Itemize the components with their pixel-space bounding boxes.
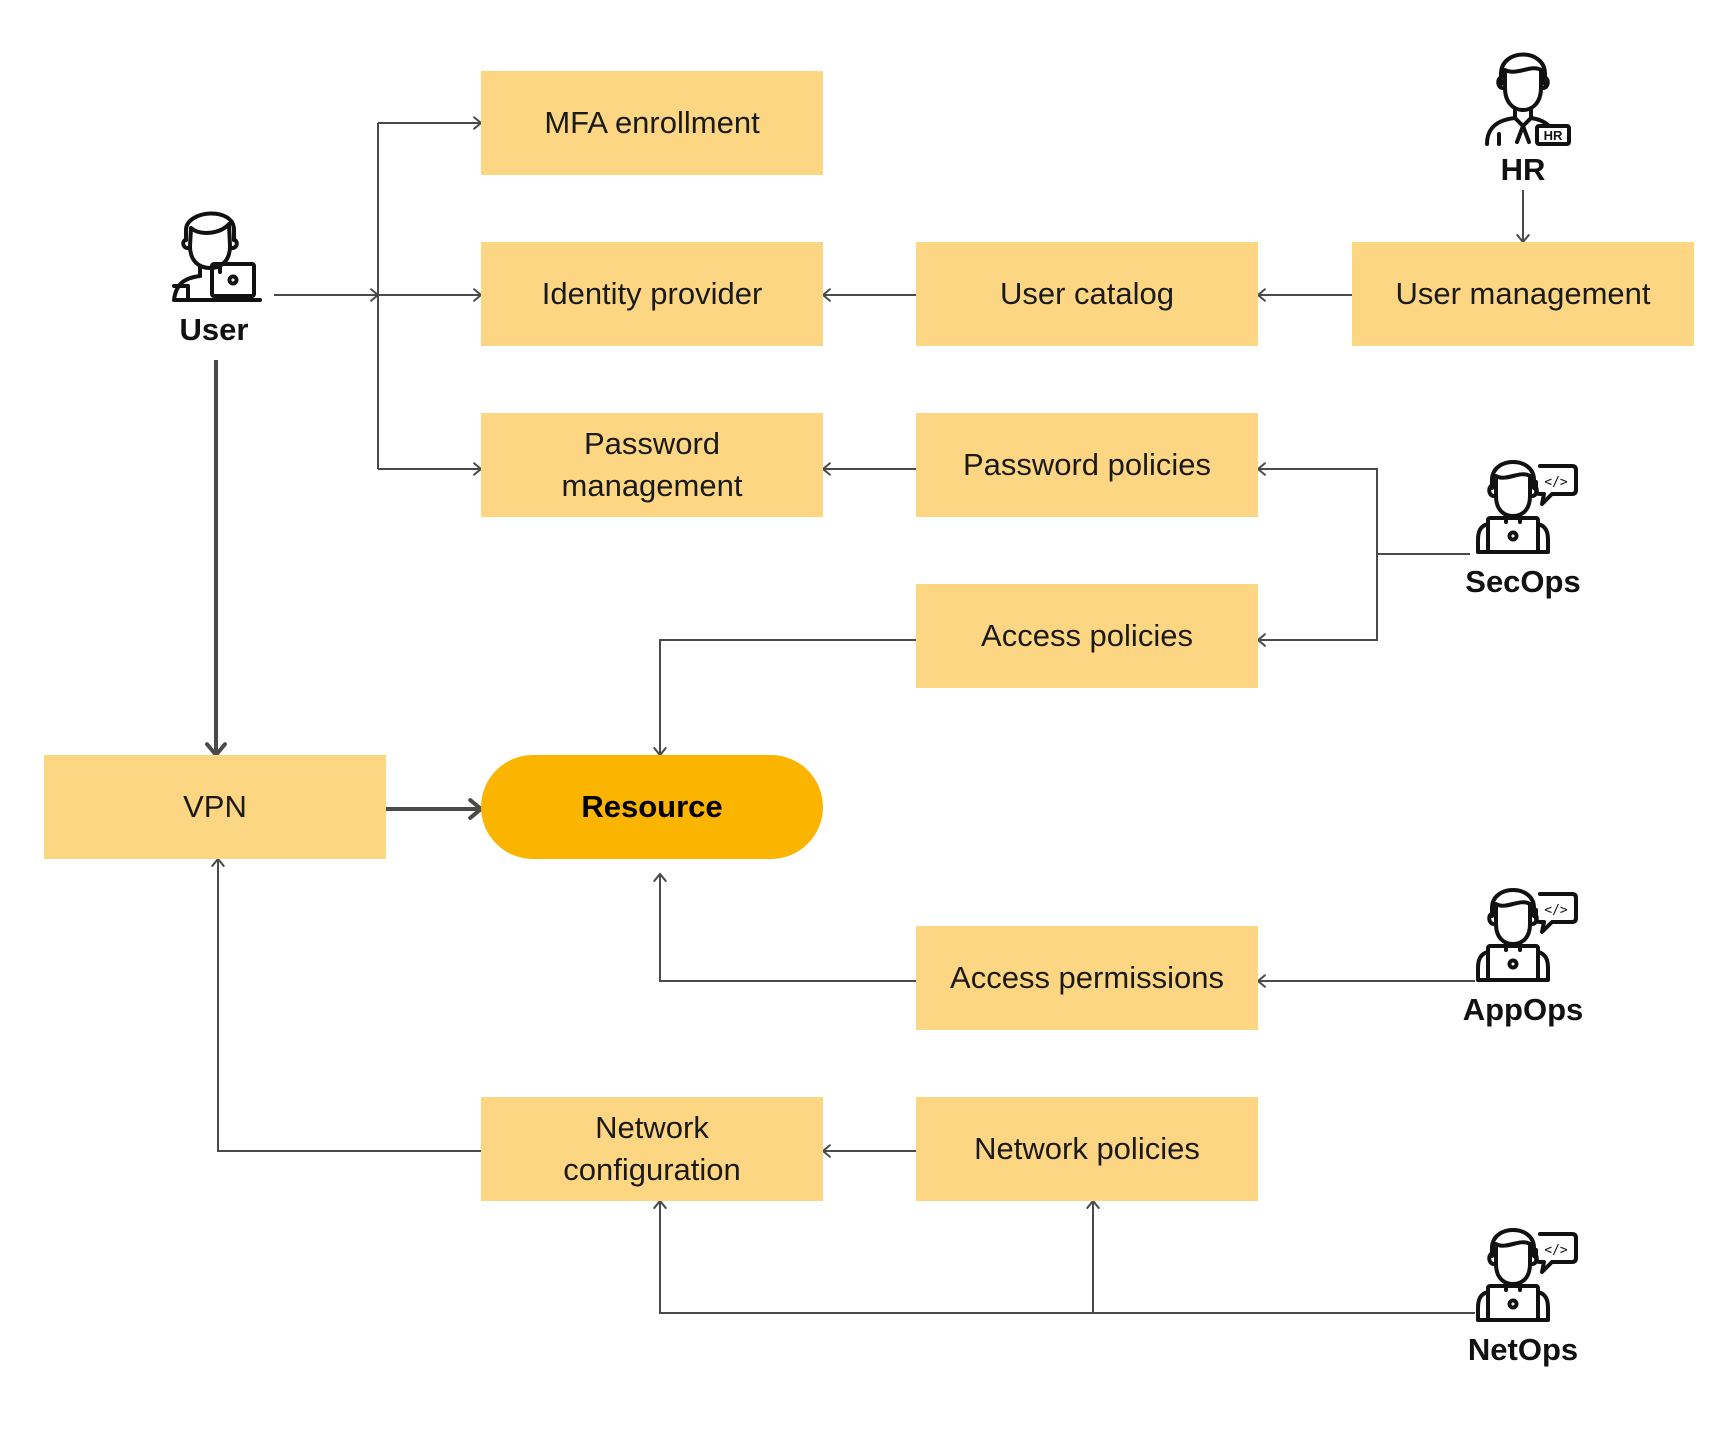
actor-netops-label: NetOps xyxy=(1467,1332,1579,1367)
node-network-configuration[interactable]: Network configuration xyxy=(481,1097,823,1201)
node-mfa-enrollment[interactable]: MFA enrollment xyxy=(481,71,823,175)
edge-secops-bus-line xyxy=(1258,468,1470,555)
developer-code-icon: </> xyxy=(1476,1228,1578,1322)
edge-secops-bus xyxy=(1256,462,1470,555)
svg-text:</>: </> xyxy=(1544,903,1568,918)
node-access-policies[interactable]: Access policies xyxy=(916,584,1258,688)
hr-person-icon: HR xyxy=(1485,52,1571,146)
node-password-management[interactable]: Password management xyxy=(481,413,823,517)
node-password-policies[interactable]: Password policies xyxy=(916,413,1258,517)
edge-netops-to-netcfg xyxy=(653,1199,1475,1314)
svg-text:HR: HR xyxy=(1544,128,1563,143)
node-user-catalog[interactable]: User catalog xyxy=(916,242,1258,346)
actor-user[interactable]: User xyxy=(134,200,294,348)
edge-accperm-to-resource xyxy=(653,872,916,982)
edge-netops-to-netpol xyxy=(1086,1199,1100,1313)
edge-netpol-to-netcfg xyxy=(821,1144,916,1158)
actor-user-label: User xyxy=(179,312,249,347)
actor-hr[interactable]: HR HR xyxy=(1443,40,1603,188)
actor-appops-label: AppOps xyxy=(1462,992,1584,1027)
edge-pwdpol-to-pwdmgmt xyxy=(821,462,916,476)
node-user-management[interactable]: User management xyxy=(1352,242,1694,346)
user-laptop-icon xyxy=(172,211,262,302)
node-vpn[interactable]: VPN xyxy=(44,755,386,859)
edge-hr-to-usermgmt xyxy=(1516,190,1530,244)
edge-netcfg-to-vpn-line xyxy=(217,859,481,1152)
developer-code-icon: </> xyxy=(1476,460,1578,554)
node-identity-provider[interactable]: Identity provider xyxy=(481,242,823,346)
actor-netops[interactable]: </> NetOps xyxy=(1443,1220,1603,1368)
edge-usermgmt-to-catalog xyxy=(1256,288,1352,302)
edge-user-to-mfa xyxy=(378,116,483,130)
edge-user-to-idp xyxy=(378,288,483,302)
svg-text:</>: </> xyxy=(1544,475,1568,490)
access-architecture-diagram: MFA enrollment Identity provider Passwor… xyxy=(0,0,1730,1434)
edge-netops-to-netcfg-line xyxy=(659,1201,1475,1314)
svg-text:</>: </> xyxy=(1544,1243,1568,1258)
edge-catalog-to-idp xyxy=(821,288,916,302)
edge-accpol-to-resource xyxy=(653,639,916,757)
edge-user-to-pwdmgmt xyxy=(378,462,483,476)
actor-hr-label: HR xyxy=(1500,152,1546,187)
edge-vpn-to-resource xyxy=(386,798,485,820)
edge-secops-to-accpol xyxy=(1256,554,1378,647)
actor-secops[interactable]: </> SecOps xyxy=(1443,452,1603,600)
node-network-policies[interactable]: Network policies xyxy=(916,1097,1258,1201)
node-resource[interactable]: Resource xyxy=(481,755,823,859)
edge-accpol-to-resource-line xyxy=(659,639,916,755)
developer-code-icon: </> xyxy=(1476,888,1578,982)
node-access-permissions[interactable]: Access permissions xyxy=(916,926,1258,1030)
actor-secops-label: SecOps xyxy=(1465,564,1581,599)
edge-accperm-to-resource-line xyxy=(659,874,916,982)
edge-netcfg-to-vpn xyxy=(211,857,481,1152)
actor-appops[interactable]: </> AppOps xyxy=(1443,880,1603,1028)
edge-secops-to-accpol-line xyxy=(1258,554,1378,641)
edge-user-to-vpn xyxy=(205,360,227,759)
